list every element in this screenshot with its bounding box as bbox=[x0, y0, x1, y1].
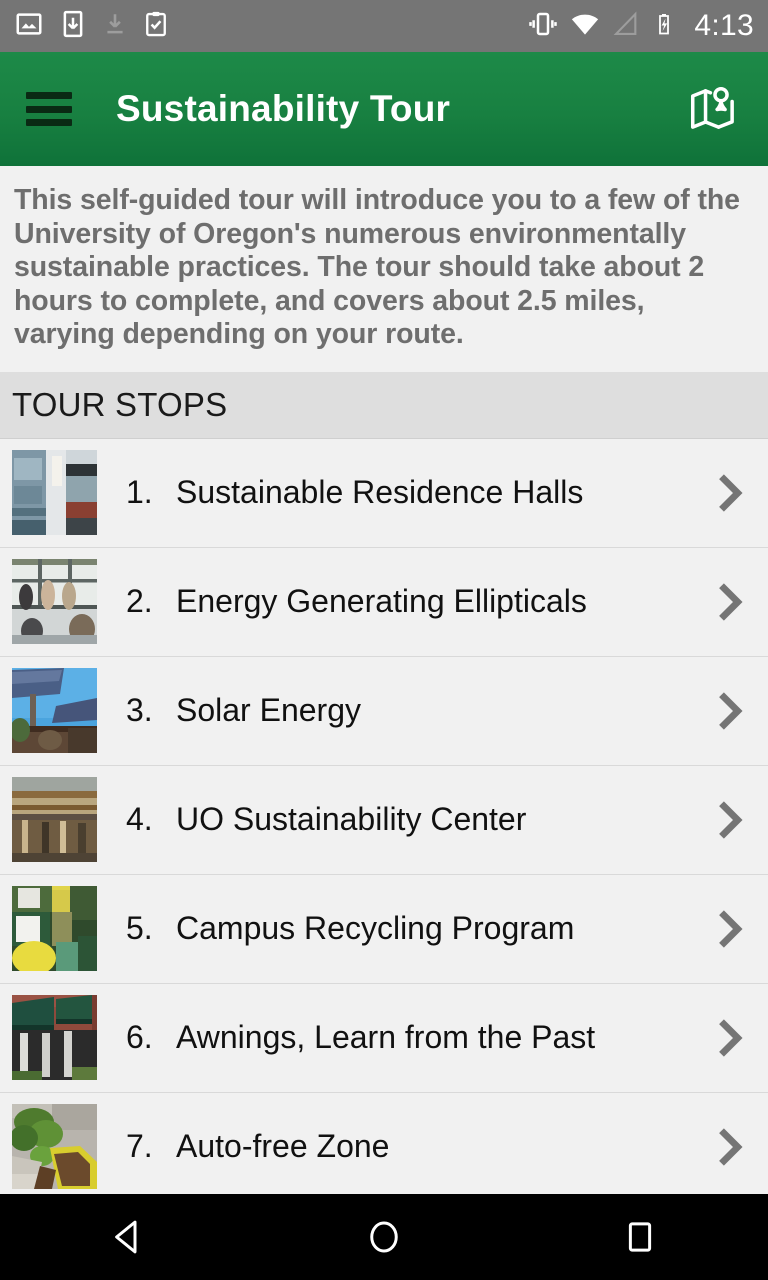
list-item-number: 1. bbox=[126, 474, 153, 510]
back-button[interactable] bbox=[73, 1194, 183, 1280]
home-button[interactable] bbox=[329, 1194, 439, 1280]
hamburger-bar-2 bbox=[26, 105, 72, 113]
chevron-right-icon[interactable] bbox=[712, 1125, 746, 1169]
vibrate-icon bbox=[528, 9, 558, 44]
list-item-title: Campus Recycling Program bbox=[176, 910, 575, 946]
list-item[interactable]: 5. Campus Recycling Program bbox=[0, 874, 768, 984]
status-bar-system-icons: 4:13 bbox=[528, 9, 754, 44]
list-item-number: 6. bbox=[126, 1019, 153, 1055]
section-header-label: TOUR STOPS bbox=[12, 385, 228, 423]
list-item-title: UO Sustainability Center bbox=[176, 801, 527, 837]
clipboard-check-icon bbox=[142, 9, 170, 44]
wifi-icon bbox=[570, 9, 600, 44]
list-item-number: 3. bbox=[126, 692, 153, 728]
list-item[interactable]: 3. Solar Energy bbox=[0, 656, 768, 766]
chevron-right-icon[interactable] bbox=[712, 580, 746, 624]
chevron-right-icon[interactable] bbox=[712, 907, 746, 951]
download-icon bbox=[102, 9, 128, 44]
status-bar-notification-icons bbox=[14, 9, 170, 44]
chevron-right-icon[interactable] bbox=[712, 798, 746, 842]
map-icon[interactable] bbox=[682, 77, 746, 141]
download-to-device-icon bbox=[58, 9, 88, 44]
list-item[interactable]: 1. Sustainable Residence Halls bbox=[0, 438, 768, 548]
status-bar: 4:13 bbox=[0, 0, 768, 52]
atrium-interior-photo bbox=[12, 777, 97, 862]
residence-hall-photo bbox=[12, 450, 97, 535]
list-item[interactable]: 7. Auto-free Zone bbox=[0, 1092, 768, 1202]
app-bar: Sustainability Tour bbox=[0, 52, 768, 166]
gym-interior-photo bbox=[12, 559, 97, 644]
list-item[interactable]: 6. Awnings, Learn from the Past bbox=[0, 983, 768, 1093]
page-title: Sustainability Tour bbox=[116, 88, 451, 129]
cellular-signal-icon bbox=[612, 9, 640, 44]
list-item-number: 2. bbox=[126, 583, 153, 619]
chevron-right-icon[interactable] bbox=[712, 689, 746, 733]
chevron-right-icon[interactable] bbox=[712, 1016, 746, 1060]
hamburger-bar-3 bbox=[26, 119, 72, 126]
list-item-title: Solar Energy bbox=[176, 692, 361, 728]
tour-description: This self-guided tour will introduce you… bbox=[0, 166, 768, 372]
list-item-number: 7. bbox=[126, 1128, 153, 1164]
list-item-title: Energy Generating Ellipticals bbox=[176, 583, 587, 619]
status-bar-clock: 4:13 bbox=[694, 9, 754, 42]
list-item-title: Awnings, Learn from the Past bbox=[176, 1019, 596, 1055]
image-notification-icon bbox=[14, 9, 44, 44]
section-header-tour-stops: TOUR STOPS bbox=[0, 371, 768, 439]
list-item-title: Sustainable Residence Halls bbox=[176, 474, 584, 510]
recycling-bins-photo bbox=[12, 886, 97, 971]
list-item[interactable]: 4. UO Sustainability Center bbox=[0, 765, 768, 875]
recents-button[interactable] bbox=[585, 1194, 695, 1280]
list-item-number: 4. bbox=[126, 801, 153, 837]
list-item-title: Auto-free Zone bbox=[176, 1128, 390, 1164]
green-awnings-photo bbox=[12, 995, 97, 1080]
list-item[interactable]: 2. Energy Generating Ellipticals bbox=[0, 547, 768, 657]
chevron-right-icon[interactable] bbox=[712, 471, 746, 515]
planter-greenery-photo bbox=[12, 1104, 97, 1189]
list-item-number: 5. bbox=[126, 910, 153, 946]
hamburger-menu-icon[interactable] bbox=[26, 92, 72, 126]
android-navigation-bar bbox=[0, 1194, 768, 1280]
hamburger-bar-1 bbox=[26, 92, 72, 99]
solar-panel-photo bbox=[12, 668, 97, 753]
tour-stops-list: 1. Sustainable Residence Halls 2. Energy… bbox=[0, 438, 768, 1202]
battery-charging-icon bbox=[652, 9, 676, 44]
